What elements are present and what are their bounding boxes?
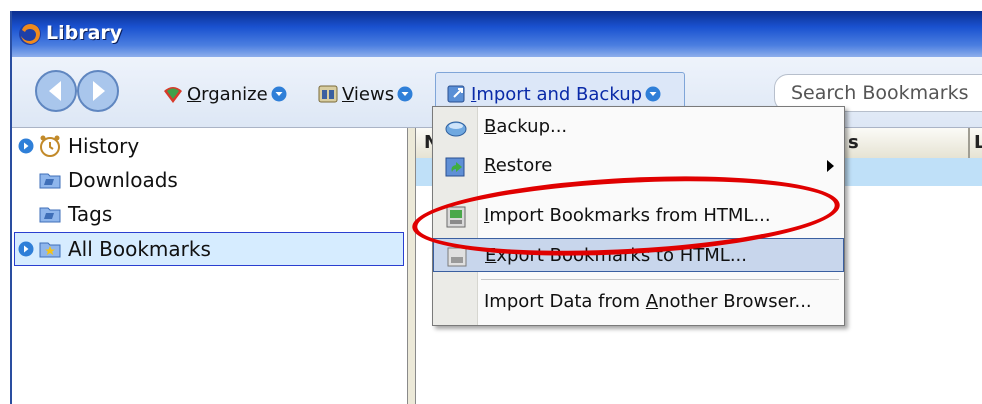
menu-separator	[481, 279, 839, 280]
menu-item-backup[interactable]: Backup...	[433, 110, 844, 144]
tree-item-label: All Bookmarks	[68, 237, 211, 261]
views-label: Views	[342, 83, 395, 105]
views-icon	[318, 85, 338, 103]
organize-menu-button[interactable]: Organize	[162, 81, 287, 107]
places-tree: History Downloads Tags All Bookmarks	[12, 128, 407, 404]
tree-item-label: History	[68, 134, 140, 158]
tree-item-downloads[interactable]: Downloads	[38, 164, 178, 196]
clock-icon	[40, 135, 60, 157]
pane-splitter[interactable]	[407, 128, 416, 404]
column-header-location[interactable]: L	[974, 132, 982, 153]
menu-item-label: Backup...	[484, 116, 568, 137]
tree-item-all-bookmarks[interactable]: All Bookmarks	[18, 233, 211, 265]
expand-arrow-icon[interactable]	[18, 138, 34, 154]
menu-item-import-from-another-browser[interactable]: Import Data from Another Browser...	[433, 285, 844, 319]
import-and-backup-label: Import and Backup	[471, 83, 643, 105]
column-separator[interactable]	[968, 128, 970, 158]
chevron-down-icon	[271, 86, 287, 102]
backup-icon	[445, 121, 467, 137]
folder-icon	[39, 173, 61, 189]
tree-item-label: Downloads	[68, 168, 178, 192]
chevron-down-icon	[645, 86, 661, 102]
chevron-down-icon	[397, 86, 413, 102]
column-header-tags[interactable]: s	[848, 132, 859, 153]
organize-label: Organize	[187, 83, 268, 105]
title-bar[interactable]: Library	[12, 11, 982, 57]
menu-item-label: Import Data from Another Browser...	[484, 291, 812, 312]
expand-arrow-icon[interactable]	[18, 241, 34, 257]
organize-icon	[164, 87, 182, 103]
tree-item-label: Tags	[68, 202, 113, 226]
menu-item-label: Restore	[484, 155, 553, 176]
submenu-arrow-icon	[827, 160, 834, 172]
forward-arrow-icon[interactable]	[76, 69, 120, 113]
firefox-logo-icon	[19, 23, 41, 45]
import-and-backup-menu-button[interactable]: Import and Backup	[446, 81, 661, 107]
views-menu-button[interactable]: Views	[317, 81, 413, 107]
tree-item-history[interactable]: History	[18, 130, 139, 162]
star-folder-icon	[39, 242, 61, 258]
back-arrow-icon[interactable]	[34, 69, 78, 113]
window-title: Library	[46, 22, 123, 44]
tree-item-tags[interactable]: Tags	[38, 198, 112, 230]
restore-icon	[445, 157, 465, 177]
import-backup-icon	[447, 85, 465, 103]
library-window: Library Organize Views Import and Backup…	[10, 11, 982, 404]
folder-icon	[39, 207, 61, 223]
